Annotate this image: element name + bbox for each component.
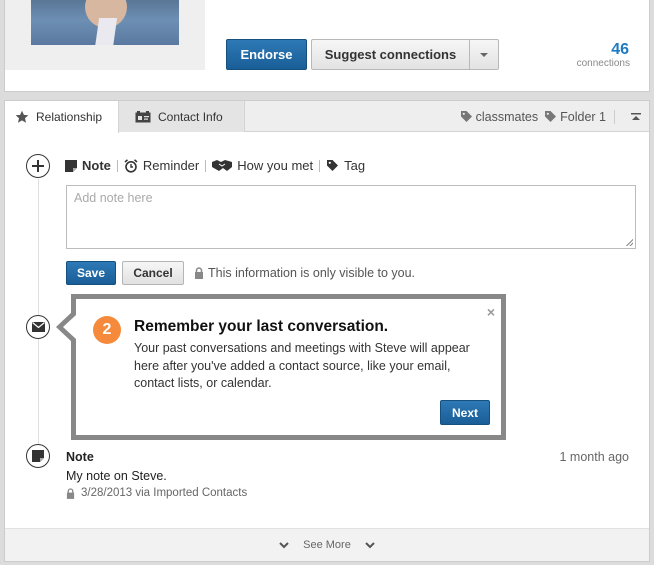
plus-icon (32, 160, 44, 172)
tabs-bar: Relationship Contact Info classmates Fol… (5, 101, 649, 133)
note-type-note[interactable]: Note (65, 158, 111, 173)
tag-icon (460, 111, 472, 122)
collapse-button[interactable] (623, 101, 649, 132)
note-entry-meta: 3/28/2013 via Imported Contacts (66, 487, 247, 499)
note-entry-text: My note on Steve. (66, 469, 167, 483)
note-toolbar: Note Reminder How you met Tag (65, 158, 365, 173)
tab-relationship[interactable]: Relationship (5, 101, 119, 133)
suggest-dropdown-button[interactable] (469, 39, 499, 70)
lock-icon (195, 267, 203, 279)
tag-icon (327, 160, 339, 171)
resize-handle[interactable] (626, 239, 633, 246)
note-type-note-label: Note (82, 158, 111, 173)
profile-photo-frame (5, 0, 205, 70)
tag-label: Folder 1 (560, 109, 606, 124)
connections-count[interactable]: 46 (611, 41, 629, 59)
callout-pointer-fill (63, 315, 76, 339)
contact-card-icon (135, 110, 151, 123)
note-icon (32, 450, 44, 462)
chevron-down-icon (480, 52, 488, 57)
cancel-button[interactable]: Cancel (122, 261, 184, 285)
save-button[interactable]: Save (66, 261, 116, 285)
tags-area: classmates Folder 1 (460, 101, 649, 132)
see-more-button[interactable]: See More (5, 528, 649, 561)
step-badge: 2 (93, 316, 121, 344)
star-icon (15, 110, 29, 124)
lock-icon (66, 487, 75, 499)
add-activity-button[interactable] (26, 154, 50, 178)
note-marker (26, 444, 50, 468)
chevron-down-icon (279, 541, 289, 548)
callout-title: Remember your last conversation. (134, 318, 389, 335)
tab-contact-info[interactable]: Contact Info (119, 101, 245, 132)
timeline-line (38, 179, 39, 447)
suggest-connections-button[interactable]: Suggest connections (311, 39, 470, 70)
note-icon (65, 159, 77, 172)
divider (116, 159, 118, 172)
divider (614, 109, 615, 124)
next-button[interactable]: Next (440, 400, 490, 425)
note-type-tag[interactable]: Tag (326, 158, 365, 173)
tag-classmates[interactable]: classmates (460, 109, 539, 124)
handshake-icon (212, 160, 233, 171)
see-more-label: See More (303, 539, 351, 551)
divider (205, 159, 207, 172)
privacy-text: This information is only visible to you. (208, 266, 416, 280)
chevron-down-icon (365, 541, 375, 548)
note-type-reminder-label: Reminder (142, 158, 200, 173)
endorse-button[interactable]: Endorse (226, 39, 307, 70)
note-input-placeholder: Add note here (74, 191, 153, 205)
relationship-panel: Relationship Contact Info classmates Fol… (4, 100, 650, 562)
tag-folder-1[interactable]: Folder 1 (544, 110, 606, 124)
divider (319, 159, 321, 172)
alarm-clock-icon (124, 158, 138, 173)
tab-relationship-label: Relationship (36, 110, 103, 124)
profile-photo[interactable] (31, 0, 179, 45)
conversation-marker (26, 315, 50, 339)
note-input[interactable]: Add note here (66, 185, 636, 249)
note-type-how-you-met-label: How you met (237, 158, 314, 173)
connections-label: connections (576, 58, 630, 69)
note-entry-time: 1 month ago (559, 450, 630, 464)
callout-body: Your past conversations and meetings wit… (134, 341, 470, 390)
tag-label: classmates (475, 109, 539, 124)
note-type-how-you-met[interactable]: How you met (212, 158, 313, 173)
collapse-up-icon (631, 112, 641, 120)
close-icon[interactable]: × (487, 304, 495, 320)
note-entry-meta-text: 3/28/2013 via Imported Contacts (81, 487, 248, 499)
note-type-tag-label: Tag (344, 158, 366, 173)
tour-callout: 2 Remember your last conversation. Your … (71, 294, 506, 440)
tag-icon (545, 111, 557, 122)
profile-card: Endorse Suggest connections 46 connectio… (4, 0, 650, 92)
envelope-icon (31, 322, 45, 332)
note-entry-heading: Note (66, 450, 94, 464)
note-type-reminder[interactable]: Reminder (124, 158, 199, 173)
privacy-notice: This information is only visible to you. (194, 266, 415, 280)
tab-contact-info-label: Contact Info (158, 109, 223, 124)
